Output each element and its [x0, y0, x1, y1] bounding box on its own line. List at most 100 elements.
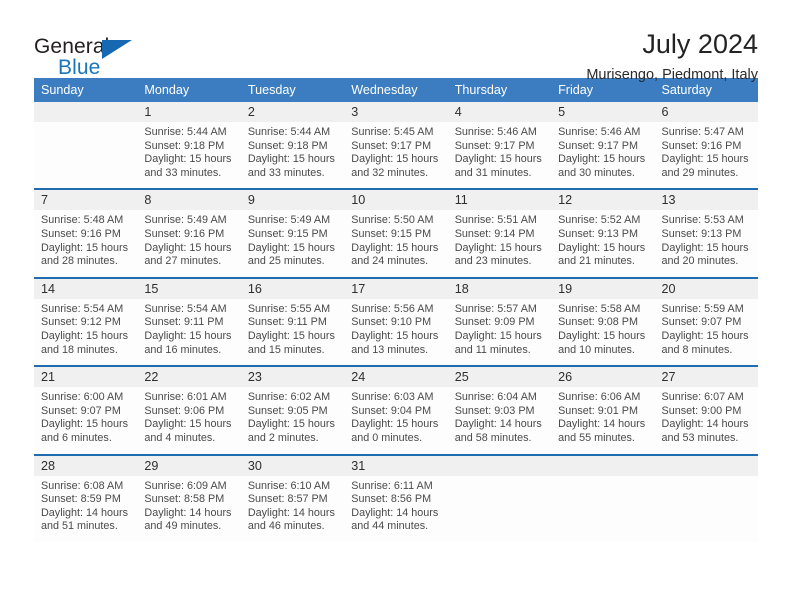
day-detail-line: Daylight: 15 hours — [351, 418, 439, 431]
day-detail-line: Daylight: 15 hours — [558, 329, 646, 342]
day-number-17[interactable]: 17 — [344, 278, 448, 299]
day-detail-line: Daylight: 15 hours — [454, 329, 542, 342]
day-number-9[interactable]: 9 — [240, 190, 345, 211]
day-detail-line: Daylight: 15 hours — [454, 241, 542, 254]
day-number-10[interactable]: 10 — [344, 190, 448, 211]
day-number-19[interactable]: 19 — [551, 278, 655, 299]
page-title: July 2024 — [642, 29, 758, 59]
day-detail-29[interactable]: Sunrise: 6:09 AM Sunset: 8:58 PM Daylight:… — [137, 475, 241, 542]
day-detail-24[interactable]: Sunrise: 6:03 AM Sunset: 9:04 PM Daylight:… — [344, 387, 448, 454]
day-detail-line: Sunrise: 6:00 AM — [41, 391, 124, 404]
day-detail-21[interactable]: Sunrise: 6:00 AM Sunset: 9:07 PM Daylight:… — [34, 387, 138, 454]
day-number-28[interactable]: 28 — [34, 455, 138, 476]
day-detail-line: Sunset: 9:17 PM — [454, 139, 535, 152]
day-number-30[interactable]: 30 — [240, 455, 345, 476]
day-number-16[interactable]: 16 — [240, 278, 345, 299]
day-detail-line: Sunrise: 5:54 AM — [41, 302, 124, 315]
day-detail-20[interactable]: Sunrise: 5:59 AM Sunset: 9:07 PM Daylight:… — [654, 298, 758, 366]
day-number-22[interactable]: 22 — [137, 367, 241, 388]
day-detail-line: Daylight: 14 hours — [144, 506, 232, 519]
day-number-11[interactable]: 11 — [447, 190, 552, 211]
day-detail-line: and 29 minutes. — [661, 166, 739, 179]
day-detail-line: and 6 minutes. — [41, 431, 112, 444]
day-number-13[interactable]: 13 — [654, 190, 758, 211]
day-detail-line: Sunrise: 5:55 AM — [247, 302, 331, 315]
day-detail-line: Sunrise: 6:03 AM — [351, 391, 434, 404]
day-detail-line: Sunset: 9:09 PM — [454, 316, 535, 329]
day-detail-31[interactable]: Sunrise: 6:11 AM Sunset: 8:56 PM Daylight:… — [344, 475, 448, 542]
day-detail-19[interactable]: Sunrise: 5:58 AM Sunset: 9:08 PM Daylight:… — [551, 298, 655, 366]
day-number-7[interactable]: 7 — [34, 190, 138, 211]
day-detail-line: Daylight: 14 hours — [454, 418, 542, 431]
day-number-6[interactable]: 6 — [654, 102, 758, 122]
day-detail-23[interactable]: Sunrise: 6:02 AM Sunset: 9:05 PM Daylight:… — [240, 387, 345, 454]
day-number-2[interactable]: 2 — [240, 102, 345, 122]
day-number-20[interactable]: 20 — [654, 278, 758, 299]
day-detail-line: and 51 minutes. — [41, 520, 118, 533]
day-detail-line: Daylight: 15 hours — [558, 153, 646, 166]
day-detail-2[interactable]: Sunrise: 5:44 AM Sunset: 9:18 PM Daylight:… — [240, 122, 345, 189]
day-number-4[interactable]: 4 — [447, 102, 552, 122]
day-detail-11[interactable]: Sunrise: 5:51 AM Sunset: 9:14 PM Daylight:… — [447, 210, 552, 277]
day-detail-16[interactable]: Sunrise: 5:55 AM Sunset: 9:11 PM Daylight:… — [240, 298, 345, 366]
day-detail-6[interactable]: Sunrise: 5:47 AM Sunset: 9:16 PM Daylight:… — [654, 122, 758, 189]
day-detail-line: Sunrise: 6:09 AM — [144, 479, 227, 492]
day-detail-line: Sunrise: 5:54 AM — [144, 302, 227, 315]
day-number-15[interactable]: 15 — [137, 278, 241, 299]
day-detail-line: Daylight: 14 hours — [351, 506, 439, 519]
day-number-3[interactable]: 3 — [344, 102, 448, 122]
day-number-8[interactable]: 8 — [137, 190, 241, 211]
day-detail-line: Sunrise: 6:07 AM — [661, 391, 744, 404]
brand-logo[interactable]: General Blue — [34, 28, 154, 80]
day-number-25[interactable]: 25 — [447, 367, 552, 388]
day-detail-line: Daylight: 15 hours — [351, 241, 439, 254]
day-detail-line: Daylight: 15 hours — [247, 241, 335, 254]
day-number-31[interactable]: 31 — [344, 455, 448, 476]
day-number-18[interactable]: 18 — [447, 278, 552, 299]
day-detail-10[interactable]: Sunrise: 5:50 AM Sunset: 9:15 PM Daylight:… — [344, 210, 448, 277]
day-detail-line: Sunrise: 6:06 AM — [558, 391, 641, 404]
day-detail-1[interactable]: Sunrise: 5:44 AM Sunset: 9:18 PM Daylight:… — [137, 122, 241, 189]
day-detail-26[interactable]: Sunrise: 6:06 AM Sunset: 9:01 PM Daylight:… — [551, 387, 655, 454]
day-detail-line: and 8 minutes. — [661, 343, 733, 356]
day-detail-22[interactable]: Sunrise: 6:01 AM Sunset: 9:06 PM Daylight:… — [137, 387, 241, 454]
day-number-5[interactable]: 5 — [551, 102, 655, 122]
day-detail-30[interactable]: Sunrise: 6:10 AM Sunset: 8:57 PM Daylight:… — [240, 475, 345, 542]
day-detail-7[interactable]: Sunrise: 5:48 AM Sunset: 9:16 PM Daylight:… — [34, 210, 138, 277]
day-detail-27[interactable]: Sunrise: 6:07 AM Sunset: 9:00 PM Daylight:… — [654, 387, 758, 454]
day-number-24[interactable]: 24 — [344, 367, 448, 388]
day-number-1[interactable]: 1 — [137, 102, 241, 122]
day-detail-8[interactable]: Sunrise: 5:49 AM Sunset: 9:16 PM Daylight:… — [137, 210, 241, 277]
day-detail-line: and 20 minutes. — [661, 255, 739, 268]
day-number-12[interactable]: 12 — [551, 190, 655, 211]
day-detail-line: Sunset: 9:06 PM — [144, 404, 225, 417]
day-number-empty — [551, 455, 655, 476]
day-number-27[interactable]: 27 — [654, 367, 758, 388]
day-detail-line: Daylight: 15 hours — [661, 241, 749, 254]
day-number-23[interactable]: 23 — [240, 367, 345, 388]
day-detail-13[interactable]: Sunrise: 5:53 AM Sunset: 9:13 PM Daylight:… — [654, 210, 758, 277]
day-detail-3[interactable]: Sunrise: 5:45 AM Sunset: 9:17 PM Daylight:… — [344, 122, 448, 189]
day-number-26[interactable]: 26 — [551, 367, 655, 388]
day-number-21[interactable]: 21 — [34, 367, 138, 388]
day-detail-5[interactable]: Sunrise: 5:46 AM Sunset: 9:17 PM Daylight:… — [551, 122, 655, 189]
day-detail-17[interactable]: Sunrise: 5:56 AM Sunset: 9:10 PM Daylight:… — [344, 298, 448, 366]
day-detail-line: Sunrise: 6:02 AM — [247, 391, 331, 404]
day-detail-28[interactable]: Sunrise: 6:08 AM Sunset: 8:59 PM Daylight:… — [34, 475, 138, 542]
day-detail-12[interactable]: Sunrise: 5:52 AM Sunset: 9:13 PM Daylight:… — [551, 210, 655, 277]
day-detail-line: Sunset: 9:03 PM — [454, 404, 535, 417]
page-subtitle: Murisengo, Piedmont, Italy — [586, 67, 758, 84]
day-detail-18[interactable]: Sunrise: 5:57 AM Sunset: 9:09 PM Daylight:… — [447, 298, 552, 366]
day-detail-line: and 21 minutes. — [558, 255, 635, 268]
day-detail-line: Sunset: 8:59 PM — [41, 493, 121, 506]
day-detail-4[interactable]: Sunrise: 5:46 AM Sunset: 9:17 PM Daylight:… — [447, 122, 552, 189]
day-detail-line: Sunrise: 5:44 AM — [247, 126, 331, 138]
day-detail-9[interactable]: Sunrise: 5:49 AM Sunset: 9:15 PM Daylight:… — [240, 210, 345, 277]
day-detail-15[interactable]: Sunrise: 5:54 AM Sunset: 9:11 PM Daylight:… — [137, 298, 241, 366]
day-number-14[interactable]: 14 — [34, 278, 138, 299]
day-detail-line: Sunset: 9:16 PM — [144, 227, 225, 240]
day-detail-14[interactable]: Sunrise: 5:54 AM Sunset: 9:12 PM Daylight:… — [34, 298, 138, 366]
week-detail-row: Sunrise: 6:00 AM Sunset: 9:07 PM Daylight:… — [34, 387, 758, 454]
day-number-29[interactable]: 29 — [137, 455, 241, 476]
day-detail-25[interactable]: Sunrise: 6:04 AM Sunset: 9:03 PM Daylight:… — [447, 387, 552, 454]
